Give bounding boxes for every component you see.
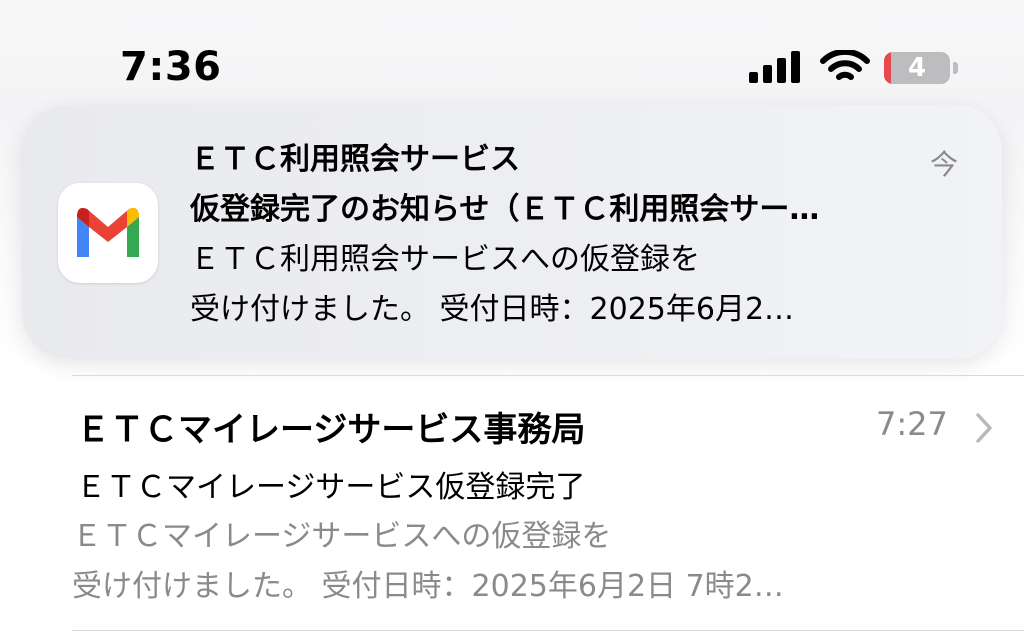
cellular-signal-icon <box>749 51 800 83</box>
notification-content: ＥＴＣ利用照会サービス 仮登録完了のお知らせ（ＥＴＣ利用照会サー… ＥＴＣ利用照… <box>190 135 960 335</box>
list-divider <box>72 375 1024 376</box>
mail-time: 7:27 <box>876 405 948 443</box>
wifi-icon <box>820 50 870 80</box>
lock-screen: 7:36 4 ＥＴＣ利用照会サービス 仮登録完了のお知らせ（ＥＴＣ利用照会サー…… <box>0 0 1024 633</box>
battery-icon: 4 <box>884 52 950 84</box>
gmail-icon <box>77 208 139 257</box>
mail-preview-line2: 受け付けました。 受付日時：2025年6月2日 7時2… <box>72 569 784 604</box>
mail-preview-line1: ＥＴＣマイレージサービスへの仮登録を <box>72 519 612 554</box>
battery-level: 4 <box>907 53 927 83</box>
gmail-app-icon <box>58 183 158 283</box>
status-icons: 4 <box>748 50 968 86</box>
chevron-right-icon <box>976 413 992 443</box>
status-time: 7:36 <box>120 44 222 90</box>
mail-preview: ＥＴＣマイレージサービスへの仮登録を 受け付けました。 受付日時：2025年6月… <box>72 512 972 612</box>
notification-subject: 仮登録完了のお知らせ（ＥＴＣ利用照会サー… <box>190 192 820 227</box>
notification-sender: ＥＴＣ利用照会サービス <box>190 142 520 177</box>
notification-preview-line2: 受け付けました。 受付日時：2025年6月2… <box>190 292 795 327</box>
notification-banner[interactable]: ＥＴＣ利用照会サービス 仮登録完了のお知らせ（ＥＴＣ利用照会サー… ＥＴＣ利用照… <box>22 105 1002 359</box>
mail-sender: ＥＴＣマイレージサービス事務局 <box>76 410 586 450</box>
mail-subject: ＥＴＣマイレージサービス仮登録完了 <box>76 470 586 505</box>
list-divider <box>72 630 1024 631</box>
notification-preview-line1: ＥＴＣ利用照会サービスへの仮登録を <box>190 242 700 277</box>
notification-time: 今 <box>929 148 958 181</box>
battery-cap <box>953 62 958 74</box>
